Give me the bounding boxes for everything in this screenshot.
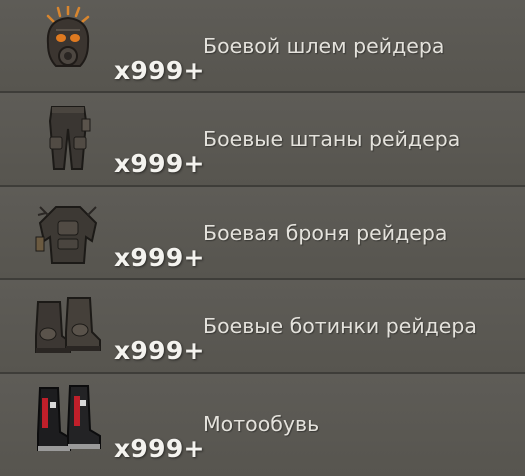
item-name: Боевая броня рейдера (203, 221, 448, 245)
quantity-label: x999+ (114, 56, 205, 85)
moto-boots-icon (30, 380, 106, 456)
quantity-label: x999+ (114, 243, 205, 272)
item-name: Боевые штаны рейдера (203, 127, 461, 151)
raider-boots-icon (30, 286, 106, 362)
item-name: Боевой шлем рейдера (203, 34, 445, 58)
raider-armor-icon (30, 193, 106, 269)
list-item[interactable]: x999+ Мотообувь (0, 374, 525, 476)
item-name: Боевые ботинки рейдера (203, 314, 477, 338)
list-item[interactable]: x999+ Боевые штаны рейдера (0, 93, 525, 187)
raider-helmet-icon (30, 6, 106, 82)
quantity-label: x999+ (114, 149, 205, 178)
list-item[interactable]: x999+ Боевые ботинки рейдера (0, 280, 525, 374)
list-item[interactable]: x999+ Боевая броня рейдера (0, 187, 525, 280)
quantity-label: x999+ (114, 434, 205, 463)
raider-pants-icon (30, 99, 106, 175)
item-name: Мотообувь (203, 412, 320, 436)
quantity-label: x999+ (114, 336, 205, 365)
item-list: x999+ Боевой шлем рейдера x999+ Боевые ш… (0, 0, 525, 476)
list-item[interactable]: x999+ Боевой шлем рейдера (0, 0, 525, 93)
